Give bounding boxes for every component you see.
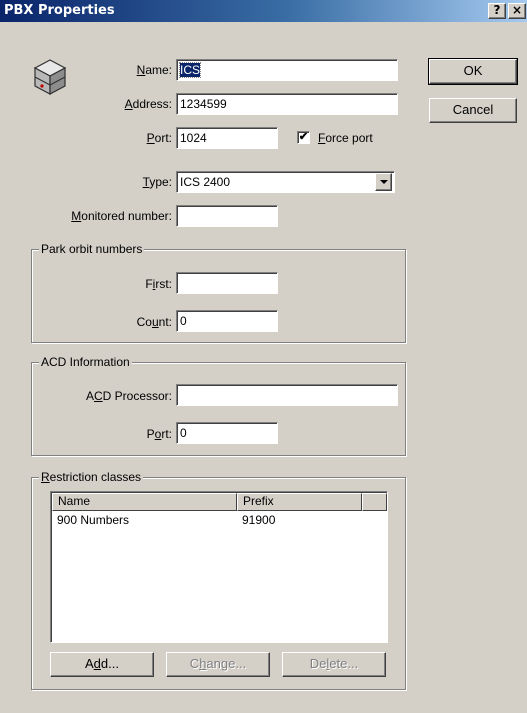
- force-port-checkbox[interactable]: ✔: [297, 131, 310, 144]
- first-label: First:: [145, 277, 172, 291]
- table-row[interactable]: 900 Numbers 91900: [52, 512, 386, 528]
- port-label: Port:: [146, 131, 172, 145]
- type-dropdown-button[interactable]: [375, 173, 392, 191]
- type-select[interactable]: ICS 2400: [176, 171, 395, 193]
- name-input-value: ICS: [178, 62, 202, 78]
- ok-button[interactable]: OK: [428, 58, 518, 85]
- close-button[interactable]: ×: [508, 3, 526, 19]
- name-input[interactable]: ICS: [176, 59, 398, 81]
- type-select-value: ICS 2400: [180, 175, 231, 189]
- count-label: Count:: [136, 315, 172, 329]
- port-input[interactable]: 1024: [176, 127, 278, 149]
- add-button[interactable]: Add...: [50, 652, 154, 677]
- column-header-filler: [362, 493, 387, 511]
- name-label: Name:: [136, 63, 172, 77]
- row-name-cell: 900 Numbers: [57, 513, 130, 527]
- address-label: Address:: [124, 97, 172, 111]
- restriction-legend: Restriction classes: [39, 469, 144, 485]
- first-input[interactable]: [176, 272, 278, 294]
- window-title: PBX Properties: [4, 3, 115, 18]
- change-button[interactable]: Change...: [166, 652, 270, 677]
- help-button[interactable]: ?: [488, 3, 506, 19]
- park-orbit-legend: Park orbit numbers: [39, 241, 145, 257]
- acd-port-label: Port:: [146, 427, 172, 441]
- monitored-number-input[interactable]: [176, 205, 278, 227]
- address-input[interactable]: 1234599: [176, 93, 398, 115]
- server-box-icon: [33, 58, 67, 96]
- pbx-properties-dialog: PBX Properties ? × Name: ICS Address: 12…: [0, 0, 527, 713]
- monitored-number-label: Monitored number:: [71, 209, 172, 223]
- column-header-name[interactable]: Name: [52, 493, 237, 511]
- count-input[interactable]: 0: [176, 310, 278, 332]
- column-header-prefix[interactable]: Prefix: [237, 493, 362, 511]
- row-prefix-cell: 91900: [242, 513, 276, 527]
- force-port-label[interactable]: Force port: [318, 129, 373, 147]
- acd-port-input[interactable]: 0: [176, 422, 278, 444]
- cancel-button[interactable]: Cancel: [429, 98, 517, 123]
- restriction-list[interactable]: Name Prefix 900 Numbers 91900: [50, 491, 388, 643]
- delete-button[interactable]: Delete...: [282, 652, 386, 677]
- acd-processor-label: ACD Processor:: [85, 389, 172, 403]
- acd-processor-input[interactable]: [176, 384, 398, 406]
- acd-legend: ACD Information: [39, 354, 132, 370]
- title-bar: PBX Properties ? ×: [0, 0, 527, 22]
- type-label: Type:: [142, 175, 172, 189]
